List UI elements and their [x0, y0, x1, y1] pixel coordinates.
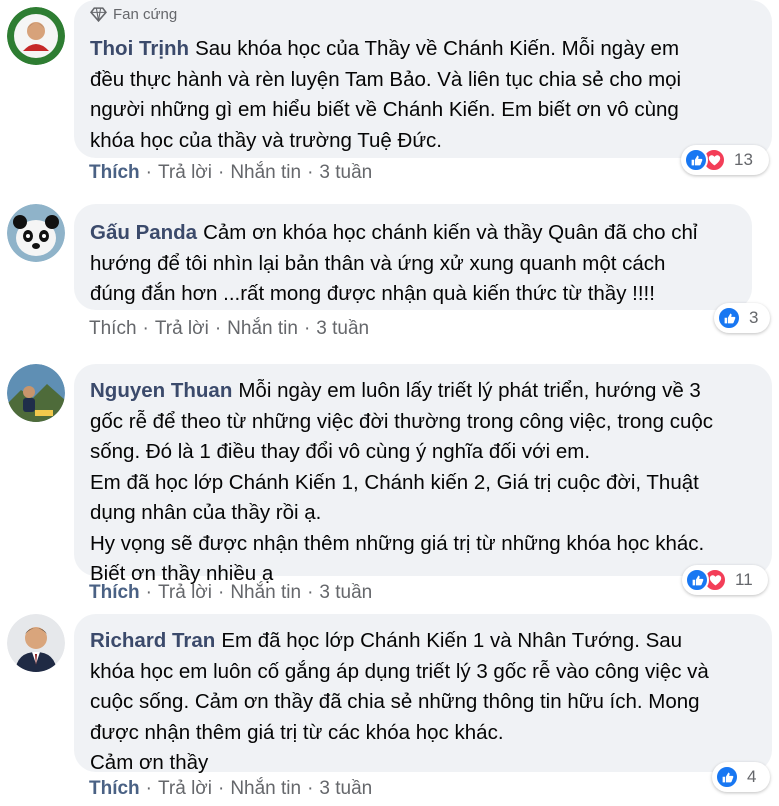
comment-bubble: Fan cứng Thoi Trịnh Sau khóa học của Thầy…: [74, 0, 772, 158]
reply-link[interactable]: Trả lời: [158, 582, 212, 603]
avatar[interactable]: [7, 7, 65, 65]
comment-line: khóa học của thầy và trường Tuệ Đức.: [90, 128, 442, 152]
comment-line: Sau khóa học của Thầy về Chánh Kiến. Mỗi…: [195, 37, 680, 60]
comment-line: sống. Đó là 1 điều thay đổi vô cùng ý ng…: [90, 440, 591, 463]
like-link[interactable]: Thích: [89, 778, 140, 799]
comment-text: Gấu Panda Cảm ơn khóa học chánh kiến và t…: [90, 218, 697, 310]
comment-text: Thoi Trịnh Sau khóa học của Thầy về Chánh…: [90, 34, 681, 156]
timestamp[interactable]: 3 tuần: [316, 318, 369, 339]
reaction-count: 4: [747, 767, 757, 786]
reaction-summary[interactable]: 3: [714, 303, 770, 333]
avatar[interactable]: [7, 364, 65, 422]
reaction-summary[interactable]: 11: [682, 565, 768, 595]
reaction-count: 3: [749, 308, 759, 327]
comment-actions: Thích · Trả lời · Nhắn tin · 3 tuần: [89, 162, 373, 183]
reaction-summary[interactable]: 4: [712, 762, 770, 792]
comment-line: gốc rễ để theo từ những việc đời thường …: [90, 409, 714, 433]
message-link[interactable]: Nhắn tin: [227, 318, 298, 339]
comment-bubble: Nguyen Thuan Mỗi ngày em luôn lấy triết l…: [74, 364, 772, 585]
like-icon: [684, 148, 708, 172]
comment-line: khóa học em luôn cố gắng áp dụng triết l…: [90, 659, 709, 683]
comment-bubble: Richard Tran Em đã học lớp Chánh Kiến 1 v…: [74, 614, 772, 774]
like-icon: [715, 765, 739, 789]
reply-link[interactable]: Trả lời: [158, 162, 212, 183]
comment-author[interactable]: Thoi Trịnh: [90, 37, 189, 60]
like-icon: [685, 568, 709, 592]
comment-author[interactable]: Gấu Panda: [90, 221, 197, 244]
like-icon: [717, 306, 741, 330]
comment-text: Nguyen Thuan Mỗi ngày em luôn lấy triết l…: [90, 376, 713, 590]
comment-line: Mỗi ngày em luôn lấy triết lý phát triển…: [238, 379, 701, 402]
comment-line: Em đã học lớp Chánh Kiến 1, Chánh kiến 2…: [90, 470, 699, 494]
reaction-count: 13: [734, 150, 753, 169]
timestamp[interactable]: 3 tuần: [319, 778, 372, 799]
comment-line: Cảm ơn khóa học chánh kiến và thầy Quân …: [203, 221, 698, 244]
comment-line: dụng nhân của thầy rồi ạ.: [90, 501, 322, 524]
message-link[interactable]: Nhắn tin: [230, 162, 301, 183]
comment-line: Em đã học lớp Chánh Kiến 1 và Nhân Tướng…: [221, 629, 683, 652]
comment-line: Cảm ơn thầy: [90, 751, 209, 774]
comment-actions: Thích · Trả lời · Nhắn tin · 3 tuần: [89, 318, 370, 339]
comment-bubble: Gấu Panda Cảm ơn khóa học chánh kiến và t…: [74, 204, 752, 310]
comment-line: người những gì em hiểu biết về Chánh Kiế…: [90, 98, 679, 121]
reaction-count: 11: [735, 570, 753, 589]
comment-author[interactable]: Nguyen Thuan: [90, 379, 232, 402]
comment-author[interactable]: Richard Tran: [90, 629, 215, 652]
like-link[interactable]: Thích: [89, 582, 140, 603]
badge-label: Fan cứng: [113, 6, 178, 23]
reaction-summary[interactable]: 13: [681, 145, 769, 175]
like-link[interactable]: Thích: [89, 162, 140, 183]
message-link[interactable]: Nhắn tin: [230, 778, 301, 799]
comment-line: hướng để tôi nhìn lại bản thân và ứng xử…: [90, 251, 666, 275]
comment-line: đều thực hành và rèn luyện Tam Bảo. Và l…: [90, 67, 682, 91]
avatar[interactable]: [7, 614, 65, 672]
like-link[interactable]: Thích: [89, 318, 137, 339]
comment-line: cuộc sống. Cảm ơn thầy đã chia sẻ những …: [90, 690, 700, 713]
comment-actions: Thích · Trả lời · Nhắn tin · 3 tuần: [89, 582, 373, 603]
comment-line: được nhận thêm giá trị từ các khóa học k…: [90, 720, 504, 744]
timestamp[interactable]: 3 tuần: [319, 162, 372, 183]
avatar[interactable]: [7, 204, 65, 262]
message-link[interactable]: Nhắn tin: [230, 582, 301, 603]
diamond-icon: [90, 7, 107, 23]
comment-line: Hy vọng sẽ được nhận thêm những giá trị …: [90, 531, 705, 555]
top-fan-badge: Fan cứng: [90, 6, 177, 23]
reply-link[interactable]: Trả lời: [158, 778, 212, 799]
comment-line: đúng đắn hơn ...rất mong được nhận quà k…: [90, 282, 655, 305]
comment-actions: Thích · Trả lời · Nhắn tin · 3 tuần: [89, 778, 373, 799]
comment-text: Richard Tran Em đã học lớp Chánh Kiến 1 v…: [90, 626, 709, 779]
timestamp[interactable]: 3 tuần: [319, 582, 372, 603]
reply-link[interactable]: Trả lời: [155, 318, 209, 339]
